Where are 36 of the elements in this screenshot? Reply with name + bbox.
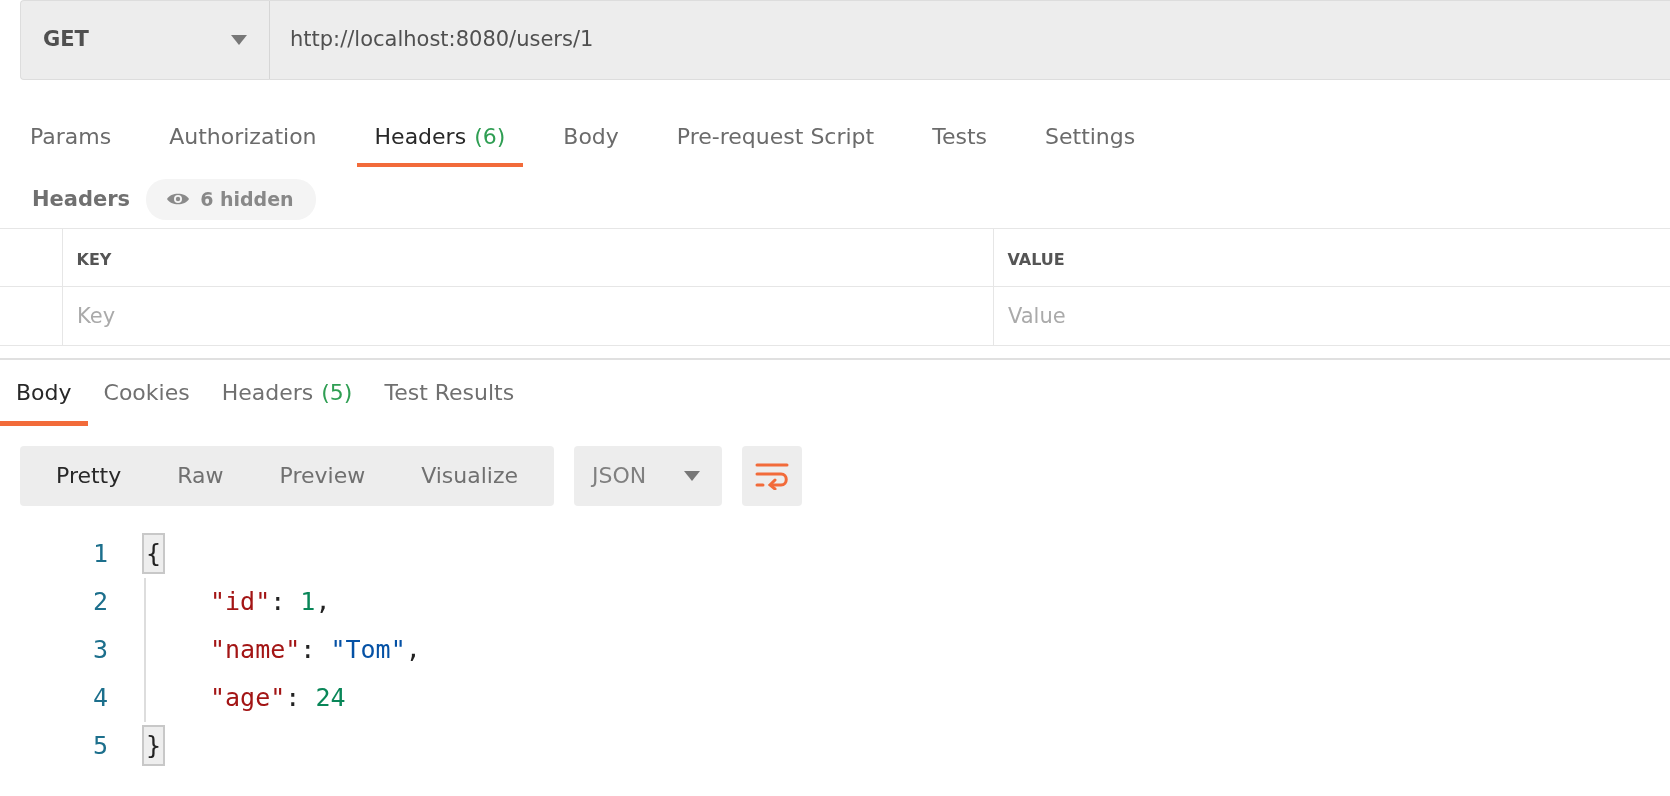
response-tab[interactable]: Body [0,375,88,426]
request-tab[interactable]: Settings [1027,114,1154,167]
request-tab[interactable]: Headers (6) [356,114,524,167]
column-header: VALUE [1007,249,1065,269]
code-line: "age": 24 [144,673,346,722]
code-line: "id": 1, [144,577,331,626]
view-mode-option[interactable]: Preview [251,459,394,492]
request-tab[interactable]: Tests [914,114,1005,167]
request-tab[interactable]: Body [545,114,637,167]
wrap-lines-button[interactable] [742,445,803,506]
line-number: 4 [91,681,108,714]
url-field[interactable]: http://localhost:8080/users/1 [270,0,1670,80]
request-tab[interactable]: Pre-request Script [658,114,893,167]
column-header: KEY [76,249,112,269]
format-select[interactable]: JSON [574,445,723,506]
method-select[interactable]: GET [20,0,270,80]
value-field[interactable]: Value [993,286,1670,345]
request-tab[interactable]: Authorization [151,114,335,167]
response-tab[interactable]: Test Results [368,375,531,426]
headers-title: Headers [32,185,131,213]
line-number: 2 [91,585,108,618]
response-tab[interactable]: Cookies [87,375,206,426]
wrap-lines-icon [755,461,790,490]
code-line: "name": "Tom", [144,625,421,674]
line-number: 1 [91,537,108,570]
view-mode-option[interactable]: Pretty [28,459,150,492]
dropdown-caret-icon [684,470,701,481]
view-mode-option[interactable]: Visualize [393,459,547,492]
dropdown-caret-icon [231,35,247,45]
response-tab[interactable]: Headers (5) [205,375,369,426]
line-number: 5 [91,729,108,762]
hidden-headers-toggle[interactable]: 6 hidden [146,179,316,220]
line-number: 3 [91,633,108,666]
view-mode-option[interactable]: Raw [149,459,252,492]
request-tab[interactable]: Params [12,114,130,167]
key-field[interactable]: Key [62,286,993,345]
